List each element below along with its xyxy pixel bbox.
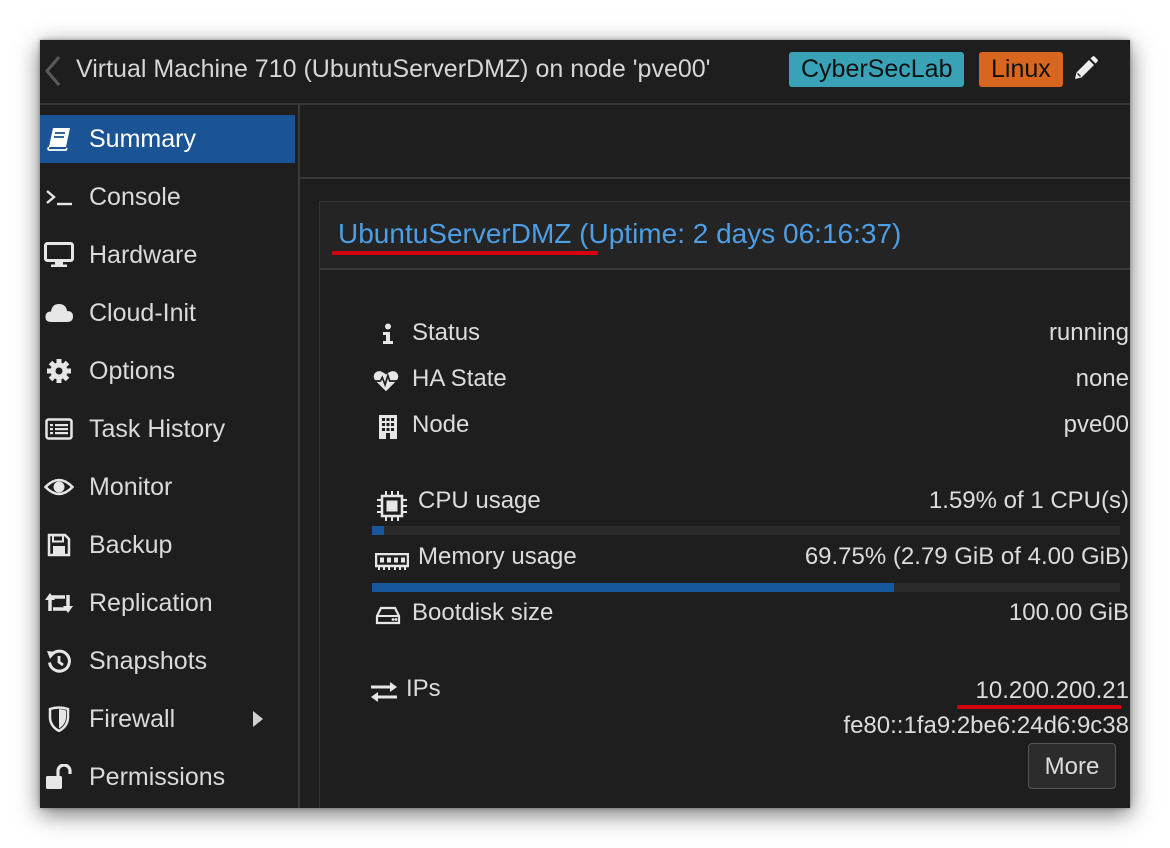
sidebar-item-permissions[interactable]: Permissions [40,753,295,801]
ipv6-address: fe80::1fa9:2be6:24d6:9c38 [843,712,1129,739]
chevron-left-icon[interactable] [42,54,64,88]
ip-highlight-underline [957,705,1121,709]
sidebar-item-label: Task History [89,415,226,443]
sidebar-item-label: Cloud-Init [89,299,196,327]
node-value: pve00 [1063,411,1129,438]
main-content: UbuntuServerDMZ (Uptime: 2 days 06:16:37… [300,105,1130,808]
sidebar-item-monitor[interactable]: Monitor [40,463,295,511]
sidebar-item-label: Console [89,183,181,211]
cpu-usage-bar [372,526,1120,535]
book-icon [44,126,74,152]
summary-panel: UbuntuServerDMZ (Uptime: 2 days 06:16:37… [319,201,1130,808]
sidebar-nav: Summary Console Hardware Cloud-Init Opti… [40,105,300,808]
ips-label: IPs [406,675,441,702]
sidebar-item-label: Firewall [89,705,176,733]
sidebar-item-label: Backup [89,531,173,559]
uptime-text: (Uptime: 2 days 06:16:37) [571,218,902,249]
unlock-icon [44,764,74,790]
vm-window: Virtual Machine 710 (UbuntuServerDMZ) on… [40,40,1130,808]
memory-usage-fill [372,583,894,592]
bootdisk-value: 100.00 GiB [1008,599,1129,626]
shield-icon [44,706,74,732]
cloud-icon [44,300,74,326]
sidebar-item-backup[interactable]: Backup [40,521,295,569]
cpu-usage-fill [372,526,384,535]
ha-state-label: HA State [412,365,507,392]
vm-name: UbuntuServerDMZ [338,218,572,249]
retweet-icon [44,590,74,616]
floppy-icon [44,532,74,558]
tag-linux[interactable]: Linux [979,52,1063,87]
memory-value: 69.75% (2.79 GiB of 4.00 GiB) [804,543,1129,570]
panel-header: UbuntuServerDMZ (Uptime: 2 days 06:16:37… [320,202,1130,270]
cpu-value: 1.59% of 1 CPU(s) [928,487,1129,514]
sidebar-item-label: Monitor [89,473,173,501]
exchange-icon [370,680,398,704]
tag-cyberseclab[interactable]: CyberSecLab [789,52,965,87]
more-ips-button[interactable]: More [1028,743,1116,789]
sidebar-item-task-history[interactable]: Task History [40,405,295,453]
list-icon [44,416,74,442]
eye-icon [44,474,74,500]
sidebar-item-snapshots[interactable]: Snapshots [40,637,295,685]
cpu-icon [375,489,409,523]
terminal-icon [44,184,74,210]
memory-icon [375,549,409,575]
sidebar-item-label: Hardware [89,241,198,269]
sidebar-item-cloud-init[interactable]: Cloud-Init [40,289,295,337]
sidebar-item-label: Permissions [89,763,226,791]
info-icon [375,321,401,347]
sidebar-item-summary[interactable]: Summary [40,115,295,163]
pencil-icon[interactable] [1071,55,1099,83]
sidebar-item-hardware[interactable]: Hardware [40,231,295,279]
building-icon [375,414,401,440]
history-icon [44,648,74,674]
sidebar-item-label: Options [89,357,176,385]
memory-usage-bar [372,583,1120,592]
hdd-icon [375,603,401,629]
ha-state-value: none [1075,365,1129,392]
status-value: running [1048,319,1129,346]
sidebar-item-firewall[interactable]: Firewall [40,695,295,743]
header-bar: Virtual Machine 710 (UbuntuServerDMZ) on… [40,40,1130,105]
panel-title: UbuntuServerDMZ (Uptime: 2 days 06:16:37… [338,217,901,251]
vm-title: Virtual Machine 710 (UbuntuServerDMZ) on… [76,55,711,83]
highlight-underline [332,251,598,255]
ipv4-address: 10.200.200.21 [975,677,1129,704]
toolbar [300,105,1130,179]
memory-label: Memory usage [418,543,577,570]
sidebar-item-label: Replication [89,589,213,617]
monitor-icon [44,242,74,268]
heartbeat-icon [373,368,399,394]
cpu-label: CPU usage [418,487,541,514]
sidebar-item-label: Snapshots [89,647,208,675]
status-label: Status [412,319,481,346]
sidebar-item-console[interactable]: Console [40,173,295,221]
sidebar-item-label: Summary [89,125,196,153]
node-label: Node [412,411,470,438]
sidebar-item-options[interactable]: Options [40,347,295,395]
gear-icon [44,358,74,384]
sidebar-item-replication[interactable]: Replication [40,579,295,627]
bootdisk-label: Bootdisk size [412,599,554,626]
triangle-right-icon[interactable] [252,710,264,728]
